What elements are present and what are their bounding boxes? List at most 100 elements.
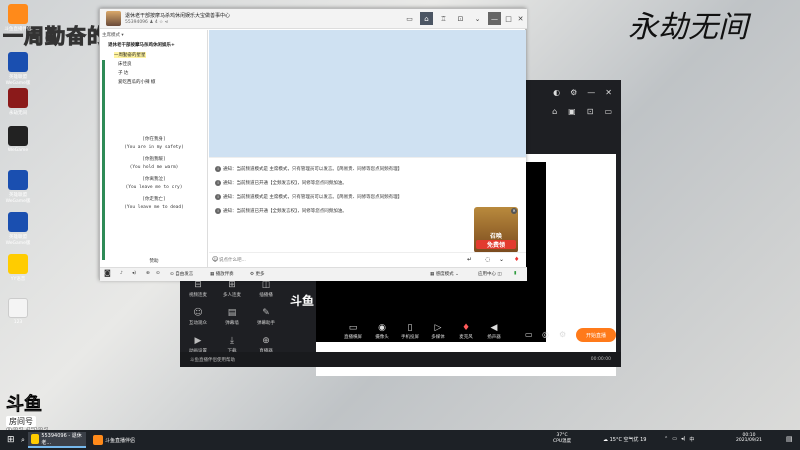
free-mic-mode[interactable]: ⊙ 自由发言: [170, 271, 193, 277]
lyric-line: (You hold me warm): [129, 165, 179, 170]
start-button[interactable]: ⊞: [4, 432, 18, 448]
mic-toggle-icon[interactable]: ♪: [120, 271, 123, 276]
desktop-icon-label: 英雄联盟 WeGame版: [5, 235, 31, 246]
shirt-icon[interactable]: ♖: [437, 12, 450, 25]
desktop-icon-douyu[interactable]: 斗鱼直播伴侣: [3, 4, 33, 32]
weather-widget[interactable]: ☁ 15°C 空气优 19: [603, 436, 647, 443]
tool-multi-link[interactable]: ⊞ 多人连麦: [218, 280, 246, 298]
tree-item-user[interactable]: 一周勤奋的星星: [114, 52, 146, 58]
gear-icon[interactable]: ⚙: [559, 330, 566, 339]
desktop-icon-wegame[interactable]: WeGame: [3, 126, 33, 153]
search-button[interactable]: ⌕: [18, 432, 28, 448]
cpu-temp: 37°C CPU温度: [553, 433, 572, 444]
promo-banner[interactable]: ✕ 召唤 免费领: [474, 207, 518, 253]
lol-icon: [8, 52, 28, 72]
lyric-line: [你离我泣]: [142, 177, 166, 182]
lol-icon: [8, 212, 28, 232]
sensitivity-mode[interactable]: ▦ 感度模式 ⌄: [430, 271, 459, 277]
file-icon: [8, 298, 28, 318]
btn-phone-cast[interactable]: ▯ 手机投屏: [398, 323, 422, 340]
desktop-icon-file-123[interactable]: 123: [3, 298, 33, 325]
desktop-icon-label: 123: [13, 320, 23, 325]
tree-item-user[interactable]: 爱吃西瓜的小辣 椒: [118, 79, 155, 85]
btn-microphone[interactable]: ♦ 麦克风: [454, 323, 478, 340]
taskbar-item-yy[interactable]: 55394096 - 退休老...: [28, 432, 86, 448]
play-accompaniment[interactable]: ▦ 播放伴奏: [210, 271, 234, 277]
monitor-icon[interactable]: ▭: [604, 107, 612, 116]
tool-danmaku-helper[interactable]: ✎ 弹幕助手: [252, 308, 280, 326]
headset-icon[interactable]: ◙: [104, 269, 111, 277]
broadcast-icon[interactable]: ⊛: [146, 271, 150, 276]
camera-icon: ◉: [378, 323, 386, 333]
record-icon[interactable]: ▭: [525, 330, 533, 339]
btn-camera[interactable]: ◉ 摄像头: [370, 323, 394, 340]
emoji-icon[interactable]: ☺: [212, 256, 218, 263]
multimedia-icon: ▷: [434, 323, 442, 333]
skin-icon[interactable]: ◐: [553, 88, 560, 97]
minimize-icon[interactable]: —: [488, 12, 501, 25]
tool-danmaku-wall[interactable]: ▤ 弹幕墙: [218, 308, 246, 326]
promo-line1: 召唤: [489, 233, 502, 240]
settings-icon[interactable]: ⚙: [570, 88, 577, 97]
channel-id: 55394096: [125, 20, 148, 25]
tree-item-channel[interactable]: 退休老干部按摩马杀鸡休闲娱乐+: [108, 42, 175, 48]
close-icon[interactable]: ✕: [514, 12, 527, 25]
online-count: 4: [154, 20, 158, 25]
room-label: 房间号: [6, 416, 36, 427]
app-center[interactable]: 应用中心 ◫: [478, 271, 502, 277]
network-icon[interactable]: ▭: [672, 436, 677, 443]
tree-item-user[interactable]: 床佳良: [118, 61, 132, 67]
gift-icon[interactable]: ⌂: [552, 107, 557, 116]
display-icon[interactable]: ▭: [403, 12, 416, 25]
mode-selector[interactable]: 主席模式 ▾: [102, 32, 124, 38]
douyu-icon: [93, 435, 103, 445]
microphone-icon: ♦: [461, 323, 471, 333]
home-icon[interactable]: ⌂: [420, 12, 433, 25]
btn-landscape[interactable]: ▭ 直播横屏: [341, 323, 365, 340]
gamepad-icon[interactable]: ⊡: [454, 12, 467, 25]
chevron-down-icon[interactable]: ⌄: [499, 256, 504, 263]
share-icon[interactable]: ⋖: [165, 20, 169, 25]
btn-multimedia[interactable]: ▷ 多媒体: [426, 323, 450, 340]
minimize-icon[interactable]: —: [587, 88, 595, 97]
lock-icon[interactable]: ⊡: [587, 107, 594, 116]
clock[interactable]: 00:10 2021/09/21: [736, 433, 762, 443]
send-icon[interactable]: ↵: [467, 256, 472, 263]
tool-video-link[interactable]: ⊟ 视频连麦: [184, 280, 212, 298]
naraka-icon: [8, 88, 28, 108]
desktop-icon-naraka[interactable]: 永劫无间: [3, 88, 33, 116]
notice-item: i 通知：当前频道模式是 主席模式，只有管理员可以发言。【简易贵、同修等您点同频有…: [215, 166, 402, 172]
ime-icon[interactable]: 中: [689, 436, 694, 443]
btn-speaker[interactable]: ◀ 扬声器: [482, 323, 506, 340]
volume-icon[interactable]: ◂): [132, 271, 136, 276]
chat-bubble-icon[interactable]: ◌: [485, 256, 490, 263]
yy-chat-window: 退休老干部按摩马杀鸡休闲娱乐大宝做善事中心 55394096 ♟ 4 ☆ ⋖ ▭…: [99, 8, 527, 281]
close-icon[interactable]: ✕: [605, 88, 612, 97]
mic-icon[interactable]: ♦: [514, 256, 519, 263]
sponsor-label[interactable]: 赞助: [100, 258, 208, 264]
douyu-logo: 斗鱼: [6, 394, 43, 416]
desktop-icon-label: 永劫无间: [9, 111, 27, 116]
record-icon[interactable]: ⊙: [156, 271, 160, 276]
volume-icon[interactable]: ◂): [681, 436, 685, 443]
avatar[interactable]: [106, 11, 121, 26]
tool-insert[interactable]: ◫ 插播播: [252, 280, 280, 298]
desktop-icon-lol-2[interactable]: 英雄联盟 WeGame版: [3, 170, 33, 204]
chevron-down-icon[interactable]: ⌄: [471, 12, 484, 25]
chevron-up-icon[interactable]: ⌃: [664, 436, 668, 443]
game-logo-text: 永劫无间: [628, 10, 748, 45]
notification-icon[interactable]: ▤: [786, 435, 793, 443]
chat-input[interactable]: [219, 256, 479, 265]
help-link[interactable]: 斗鱼直播伴侣使用帮助: [190, 357, 235, 363]
desktop-icon-lol-3[interactable]: 英雄联盟 WeGame版: [3, 212, 33, 246]
tree-item-user[interactable]: 子 达: [118, 70, 128, 76]
tool-interact[interactable]: ☺ 互动观众: [184, 308, 212, 326]
taskbar-item-douyu[interactable]: 斗鱼直播伴侣: [90, 432, 140, 448]
eye-icon[interactable]: ◎: [542, 330, 549, 339]
close-icon[interactable]: ✕: [511, 208, 517, 214]
more-settings[interactable]: ⚙ 更多: [250, 271, 264, 277]
desktop-icon-yy[interactable]: YY语音: [3, 254, 33, 282]
desktop-icon-lol-1[interactable]: 英雄联盟 WeGame版: [3, 52, 33, 86]
box-icon[interactable]: ▣: [568, 107, 576, 116]
start-stream-button[interactable]: 开始直播: [576, 328, 616, 342]
